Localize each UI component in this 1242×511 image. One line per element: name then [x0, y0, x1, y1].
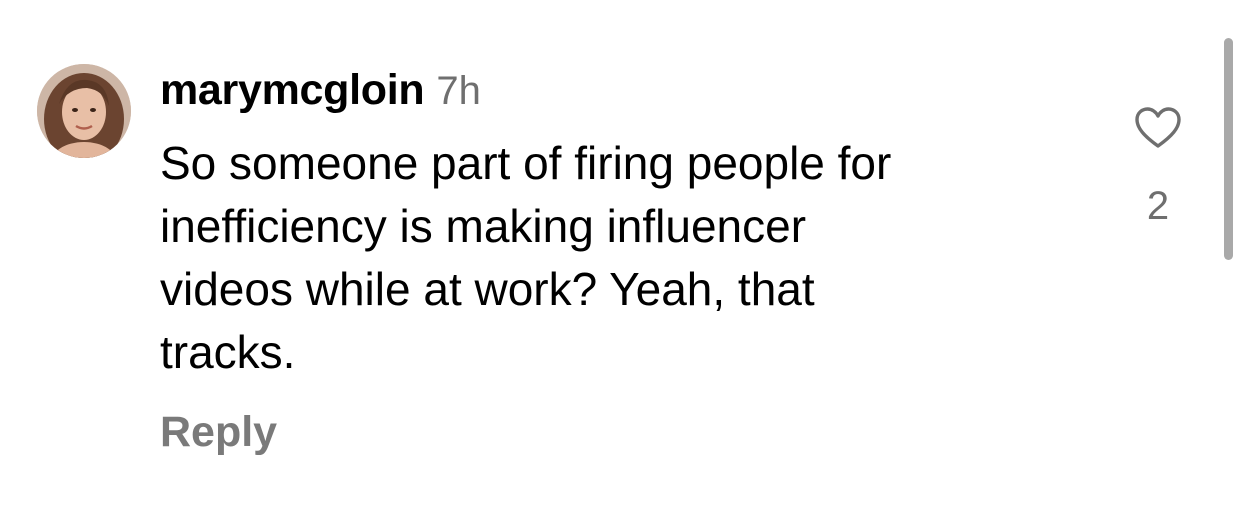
- comment-text: So someone part of firing people for ine…: [160, 132, 1060, 384]
- heart-icon[interactable]: [1134, 106, 1182, 150]
- like-count: 2: [1146, 184, 1170, 228]
- username[interactable]: marymcgloin: [160, 66, 425, 115]
- comment-text-line: tracks.: [160, 326, 296, 378]
- reply-button[interactable]: Reply: [160, 408, 277, 457]
- timestamp: 7h: [436, 69, 481, 113]
- comment: marymcgloin 7h So someone part of firing…: [0, 0, 1242, 511]
- comment-header: marymcgloin 7h: [160, 66, 481, 116]
- like-button[interactable]: 2: [1125, 100, 1191, 240]
- avatar[interactable]: [37, 64, 131, 158]
- comment-text-line: So someone part of firing people for: [160, 137, 892, 189]
- comment-text-line: inefficiency is making influencer: [160, 200, 807, 252]
- avatar-photo: [37, 64, 131, 158]
- scrollbar[interactable]: [1224, 38, 1233, 260]
- comment-text-line: videos while at work? Yeah, that: [160, 263, 815, 315]
